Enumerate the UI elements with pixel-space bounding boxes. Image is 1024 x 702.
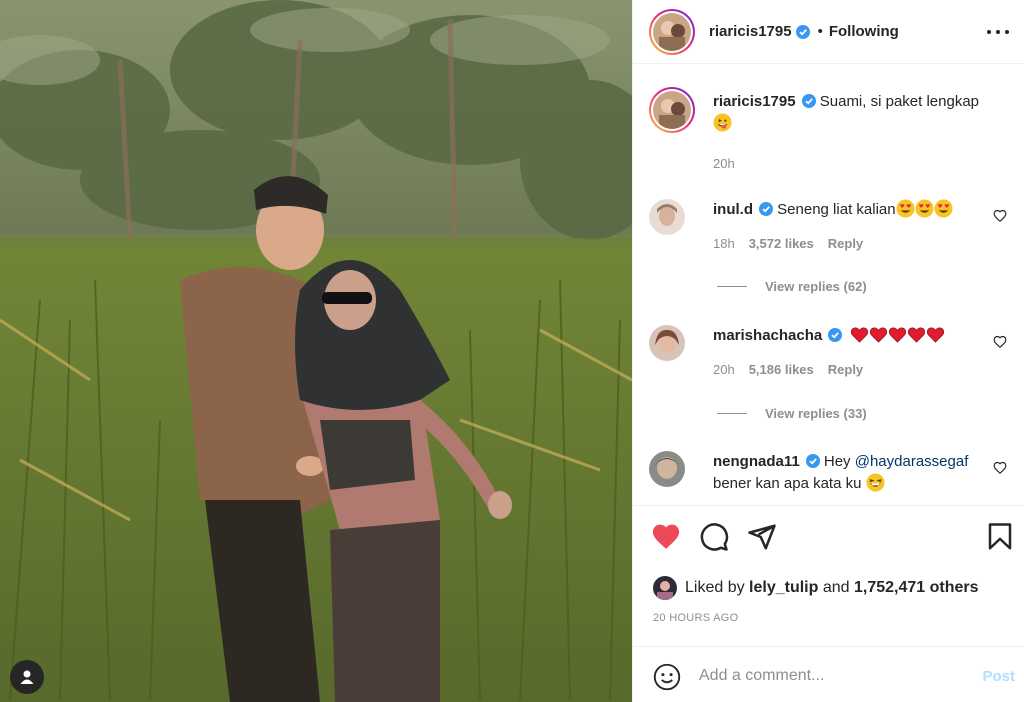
caption-username[interactable]: riaricis1795: [713, 93, 796, 110]
view-replies-label[interactable]: View replies (33): [765, 406, 867, 421]
post-side-panel: riaricis1795 • Following riaricis1795 Su…: [632, 0, 1024, 702]
verified-badge-icon: [828, 328, 843, 342]
comment-icon[interactable]: [699, 522, 729, 552]
comment-username[interactable]: marishachacha: [713, 327, 822, 344]
post-button[interactable]: Post: [982, 668, 1015, 685]
verified-badge-icon: [801, 94, 816, 108]
commenter-avatar[interactable]: [649, 325, 685, 361]
more-options-icon[interactable]: [987, 22, 1009, 42]
comment-time[interactable]: 20h: [713, 362, 735, 377]
comment-input[interactable]: [699, 663, 969, 689]
bookmark-icon[interactable]: [985, 522, 1015, 552]
comment-like-heart-icon[interactable]: [993, 209, 1007, 223]
tongue-emoji-icon: [713, 113, 732, 132]
post-actions: Liked by lely_tulip and 1,752,471 others…: [633, 505, 1024, 655]
view-replies-button[interactable]: View replies (62): [717, 279, 867, 294]
comment-username[interactable]: nengnada11: [713, 453, 800, 470]
post-image: [0, 0, 632, 702]
mention-link[interactable]: @haydarassegaf: [855, 453, 969, 470]
comment-emoji-group: [850, 327, 945, 344]
following-button[interactable]: Following: [829, 23, 899, 40]
comment-text-continued: bener kan apa kata ku: [713, 475, 862, 492]
heart-eyes-emoji-icon: [896, 199, 915, 218]
red-heart-emoji-icon: [889, 327, 907, 343]
separator: •: [817, 23, 823, 40]
liked-by: Liked by lely_tulip and 1,752,471 others: [653, 576, 979, 600]
comment-username[interactable]: inul.d: [713, 201, 753, 218]
comment-likes[interactable]: 3,572 likes: [749, 236, 814, 251]
verified-badge-icon: [795, 24, 810, 39]
comment-text: Hey: [823, 453, 851, 470]
view-replies-button[interactable]: View replies (33): [717, 406, 867, 421]
comment-likes[interactable]: 5,186 likes: [749, 362, 814, 377]
comments-list[interactable]: riaricis1795 Suami, si paket lengkap 20h…: [633, 65, 1024, 505]
commenter-avatar[interactable]: [649, 451, 685, 487]
heart-eyes-emoji-icon: [934, 199, 953, 218]
comment-time[interactable]: 18h: [713, 236, 735, 251]
caption-text: Suami, si paket lengkap: [819, 93, 980, 110]
laughing-emoji-icon: [866, 473, 885, 492]
red-heart-emoji-icon: [870, 327, 888, 343]
heart-eyes-emoji-icon: [915, 199, 934, 218]
red-heart-emoji-icon: [851, 327, 869, 343]
caption-avatar[interactable]: [653, 91, 691, 129]
likes-count[interactable]: 1,752,471 others: [854, 579, 979, 597]
add-comment-bar: Post: [633, 646, 1024, 702]
author-username[interactable]: riaricis1795: [709, 23, 792, 40]
post-photo[interactable]: [0, 0, 632, 702]
reply-button[interactable]: Reply: [828, 362, 863, 377]
red-heart-emoji-icon: [908, 327, 926, 343]
reply-button[interactable]: Reply: [828, 236, 863, 251]
verified-badge-icon: [759, 202, 773, 216]
share-icon[interactable]: [747, 522, 777, 552]
user-tag-icon[interactable]: [10, 660, 44, 694]
liked-by-prefix: Liked by: [685, 579, 745, 596]
liked-by-joiner: and: [822, 579, 850, 596]
verified-badge-icon: [805, 454, 820, 468]
comment-text: Seneng liat kalian: [777, 201, 896, 218]
heart-icon[interactable]: [651, 522, 681, 552]
post-timestamp[interactable]: 20 HOURS AGO: [653, 612, 739, 624]
liker-username[interactable]: lely_tulip: [749, 579, 818, 597]
comment-like-heart-icon[interactable]: [993, 461, 1007, 475]
comment-like-heart-icon[interactable]: [993, 335, 1007, 349]
view-replies-label[interactable]: View replies (62): [765, 279, 867, 294]
story-ring[interactable]: [649, 8, 695, 55]
caption-avatar-ring[interactable]: [649, 87, 695, 133]
liker-avatar[interactable]: [653, 576, 677, 600]
caption-time[interactable]: 20h: [713, 156, 735, 171]
smile-icon[interactable]: [653, 663, 681, 691]
commenter-avatar[interactable]: [649, 199, 685, 235]
author-avatar[interactable]: [653, 12, 691, 51]
red-heart-emoji-icon: [927, 327, 945, 343]
post-header: riaricis1795 • Following: [633, 0, 1024, 64]
comment-emoji-group: [896, 199, 953, 218]
